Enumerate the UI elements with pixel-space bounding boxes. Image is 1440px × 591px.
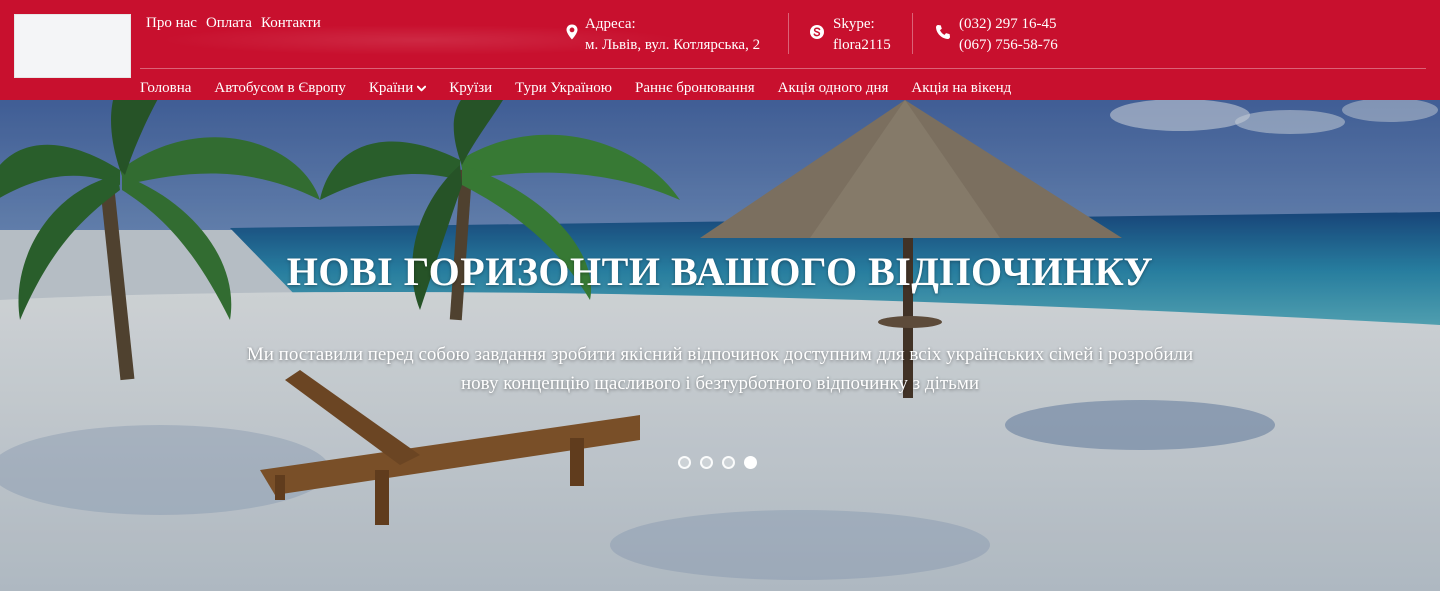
- nav-item-label: Раннє бронювання: [635, 80, 755, 96]
- site-header: Про нас Оплата Контакти Адреса: м. Львів…: [0, 0, 1440, 100]
- nav-item-label: Акція на вікенд: [911, 80, 1012, 96]
- nav-item-home[interactable]: Головна: [140, 80, 191, 97]
- address-block: Адреса: м. Львів, вул. Котлярська, 2: [564, 14, 760, 56]
- nav-item-label: Тури Україною: [515, 80, 613, 96]
- hero-title: НОВІ ГОРИЗОНТИ ВАШОГО ВІДПОЧИНКУ: [286, 249, 1154, 294]
- nav-item-label: Країни: [368, 80, 414, 96]
- slider-dot[interactable]: [722, 456, 735, 469]
- hero-subtitle: Ми поставили перед собою завдання зробит…: [246, 344, 1194, 394]
- header-divider: [912, 13, 913, 54]
- nav-item-one-day-deal[interactable]: Акція одного дня: [778, 80, 889, 97]
- nav-item-label: Автобусом в Європу: [214, 80, 346, 96]
- nav-item-countries[interactable]: Країни: [368, 80, 427, 97]
- nav-item-early-booking[interactable]: Раннє бронювання: [635, 80, 755, 97]
- map-pin-icon: [566, 24, 578, 40]
- header-divider: [788, 13, 789, 54]
- top-links: Про нас Оплата Контакти: [146, 15, 321, 32]
- skype-block: Skype: flora2115: [809, 14, 891, 56]
- slider-dot[interactable]: [678, 456, 691, 469]
- skype-label: Skype:: [833, 16, 875, 32]
- phone-number-2[interactable]: (067) 756-58-76: [959, 35, 1058, 56]
- nav-item-label: Головна: [140, 80, 192, 96]
- top-link-about[interactable]: Про нас: [146, 15, 197, 32]
- site-logo[interactable]: [14, 14, 131, 78]
- nav-item-weekend-deal[interactable]: Акція на вікенд: [911, 80, 1011, 97]
- skype-value[interactable]: flora2115: [833, 35, 891, 56]
- top-link-contacts[interactable]: Контакти: [261, 15, 321, 32]
- skype-icon: [810, 25, 824, 39]
- nav-item-label: Круїзи: [449, 80, 493, 96]
- slider-dot-active[interactable]: [744, 456, 757, 469]
- top-link-payment[interactable]: Оплата: [206, 15, 252, 32]
- main-nav: Головна Автобусом в Європу Країни Круїзи…: [140, 80, 1011, 97]
- chevron-down-icon: [417, 85, 427, 92]
- phone-block: (032) 297 16-45 (067) 756-58-76: [935, 14, 1058, 56]
- phone-icon: [936, 25, 950, 39]
- nav-item-cruises[interactable]: Круїзи: [449, 80, 492, 97]
- header-separator: [140, 68, 1426, 69]
- address-label: Адреса:: [585, 16, 636, 32]
- nav-item-ukraine-tours[interactable]: Тури Україною: [515, 80, 612, 97]
- phone-number-1[interactable]: (032) 297 16-45: [959, 14, 1058, 35]
- address-value: м. Львів, вул. Котлярська, 2: [585, 37, 761, 53]
- nav-item-label: Акція одного дня: [777, 80, 889, 96]
- slider-dot[interactable]: [700, 456, 713, 469]
- nav-item-bus-europe[interactable]: Автобусом в Європу: [214, 80, 345, 97]
- slider-pagination: [678, 456, 757, 469]
